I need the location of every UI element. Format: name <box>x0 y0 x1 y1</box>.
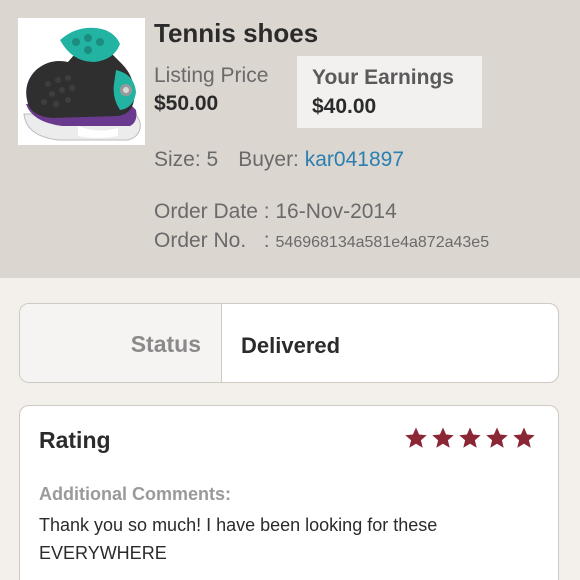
order-number-label: Order No. : <box>154 229 270 252</box>
earnings-box: Your Earnings $40.00 <box>297 56 482 128</box>
rating-card: Rating Additional Comments: Thank you so… <box>19 405 559 580</box>
status-label: Status <box>130 331 201 357</box>
star-icon <box>432 427 454 448</box>
order-summary-header: Tennis shoes Listing Price $50.00 Your E… <box>0 0 580 278</box>
size-buyer-row: Size: 5 Buyer: kar041897 <box>154 148 404 172</box>
status-label-cell: Status <box>20 304 222 382</box>
listing-price-block: Listing Price $50.00 <box>154 64 268 116</box>
order-date: Order Date : 16-Nov-2014 <box>154 200 397 223</box>
order-number-value: 546968134a581e4a872a43e5 <box>275 234 490 251</box>
size-text: Size: 5 <box>154 148 219 171</box>
product-thumbnail[interactable] <box>18 18 145 145</box>
status-card: Status Delivered <box>19 303 559 383</box>
sneaker-icon <box>23 27 141 141</box>
star-icon <box>459 427 481 448</box>
star-icon <box>405 427 427 448</box>
listing-price-value: $50.00 <box>154 92 219 115</box>
additional-comments-text: Thank you so much! I have been looking f… <box>39 515 438 563</box>
status-value: Delivered <box>241 333 341 358</box>
star-icon <box>486 427 508 448</box>
star-icon <box>513 427 535 448</box>
earnings-label: Your Earnings <box>312 66 454 89</box>
product-title: Tennis shoes <box>154 18 319 48</box>
buyer-label: Buyer: <box>238 148 299 171</box>
listing-price-label: Listing Price <box>154 64 269 87</box>
order-number-row: Order No. : 546968134a581e4a872a43e5 <box>154 229 489 253</box>
buyer-username-link[interactable]: kar041897 <box>305 148 404 171</box>
rating-title: Rating <box>39 427 111 453</box>
additional-comments-label: Additional Comments: <box>39 484 231 504</box>
earnings-value: $40.00 <box>312 95 377 118</box>
rating-stars <box>404 426 536 450</box>
